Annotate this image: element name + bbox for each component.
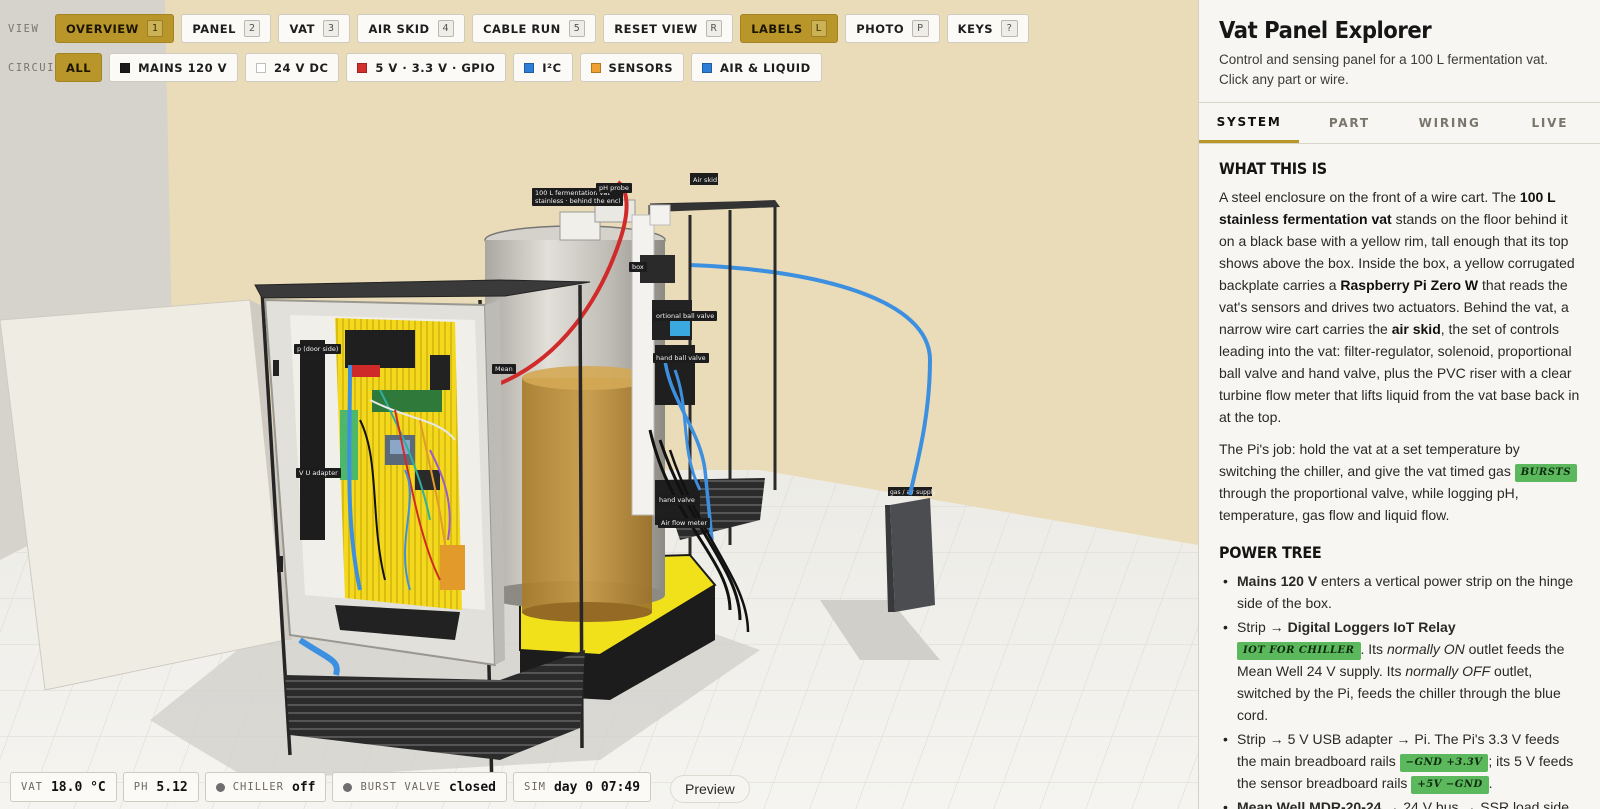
circuit-filter-mains-120-v[interactable]: MAINS 120 V — [109, 53, 239, 82]
what-paragraph-2: The Pi's job: hold the vat at a set temp… — [1219, 438, 1580, 526]
shortcut-key: ? — [1001, 20, 1018, 37]
label-air-flow-meter[interactable]: Air flow meter — [658, 518, 710, 528]
list-item: Strip → 5 V USB adapter → Pi. The Pi's 3… — [1219, 728, 1580, 794]
label-hand-valve[interactable]: hand valve — [656, 495, 698, 505]
circuit-color-swatch-icon — [357, 62, 368, 73]
label-gas: gas / air supply — [890, 489, 936, 496]
circuit-filter-5-v-3-3-v-gpio[interactable]: 5 V · 3.3 V · GPIO — [346, 53, 507, 82]
view-toolbar: VIEW OVERVIEW 1 PANEL 2 VAT 3 AIR SKID 4 CABLE R… — [8, 14, 1029, 43]
status-bar: VAT 18.0 °C PH 5.12 CHILLER off BURST VALVE… — [10, 772, 652, 802]
tab-wiring[interactable]: WIRING — [1400, 103, 1500, 143]
rail-33v-tag[interactable]: −GND +3.3V — [1399, 754, 1489, 772]
info-panel: Vat Panel Explorer Control and sensing p… — [1198, 0, 1600, 809]
circuit-filter-sensors[interactable]: SENSORS — [579, 53, 685, 82]
circuit-color-swatch-icon — [590, 62, 601, 73]
preview-chip[interactable]: Preview — [670, 775, 750, 803]
status-burst-valve: BURST VALVE closed — [332, 772, 507, 802]
bursts-tag[interactable]: BURSTS — [1514, 464, 1578, 482]
circuit-filter-all[interactable]: ALL — [55, 53, 103, 82]
view-button-reset-view[interactable]: RESET VIEW R — [603, 14, 734, 43]
shortcut-key: R — [705, 20, 723, 37]
status-ph: PH 5.12 — [122, 772, 199, 802]
list-item: Mains 120 V enters a vertical power stri… — [1219, 570, 1580, 614]
label-box[interactable]: box — [629, 262, 647, 272]
3d-viewport[interactable]: gas / air supply Air skid 100 L fermenta… — [0, 0, 1198, 809]
view-button-panel[interactable]: PANEL 2 — [181, 14, 272, 43]
shortcut-key: P — [912, 20, 929, 37]
label-proportional-valve[interactable]: ortional ball valve — [653, 311, 718, 321]
panel-subtitle: Control and sensing panel for a 100 L fe… — [1219, 52, 1548, 87]
what-paragraph-1: A steel enclosure on the front of a wire… — [1219, 189, 1580, 425]
iot-chiller-tag[interactable]: IOT FOR CHILLER — [1237, 642, 1361, 660]
circuit-toolbar: CIRCUIT ALL MAINS 120 V 24 V DC 5 V · 3.3 V… — [8, 53, 822, 82]
panel-body: WHAT THIS IS A steel enclosure on the fr… — [1199, 144, 1600, 809]
tab-live[interactable]: LIVE — [1500, 103, 1600, 143]
tab-system[interactable]: SYSTEM — [1199, 103, 1300, 143]
shortcut-key: 1 — [146, 20, 164, 37]
shortcut-key: 3 — [322, 20, 340, 37]
panel-title: Vat Panel Explorer — [1219, 18, 1432, 44]
shortcut-key: 5 — [568, 20, 586, 37]
what-heading: WHAT THIS IS — [1219, 159, 1327, 178]
view-button-air-skid[interactable]: AIR SKID 4 — [357, 14, 466, 43]
list-item: Mean Well MDR-20-24 → 24 V bus → SSR loa… — [1219, 796, 1580, 809]
status-sim-clock: SIM day 0 07:49 — [513, 772, 652, 802]
circuit-color-swatch-icon — [120, 62, 131, 73]
view-button-vat[interactable]: VAT 3 — [278, 14, 351, 43]
label-usb-adapter[interactable]: V U adapter — [296, 468, 341, 478]
label-power-strip[interactable]: p (door side) — [294, 344, 342, 354]
label-air-skid: Air skid — [693, 176, 717, 184]
list-item: Strip → Digital Loggers IoT Relay IOT FO… — [1219, 616, 1580, 726]
shortcut-key: 2 — [243, 20, 261, 37]
view-row-label: VIEW — [8, 22, 40, 35]
rail-5v-tag[interactable]: +5V −GND — [1411, 776, 1489, 794]
label-ph-probe[interactable]: pH probe — [596, 183, 632, 193]
scene-render[interactable]: gas / air supply Air skid — [0, 0, 1198, 809]
circuit-filter-i-c[interactable]: I²C — [513, 53, 573, 82]
view-button-overview[interactable]: OVERVIEW 1 — [55, 14, 175, 43]
status-chiller: CHILLER off — [204, 772, 327, 802]
shortcut-key: L — [810, 20, 828, 37]
view-button-keys[interactable]: KEYS? — [946, 14, 1029, 43]
circuit-filter-air-liquid[interactable]: AIR & LIQUID — [691, 53, 822, 82]
shortcut-key: 4 — [437, 20, 455, 37]
tab-part[interactable]: PART — [1299, 103, 1399, 143]
status-vat-temp: VAT 18.0 °C — [10, 772, 117, 802]
power-tree-list: Mains 120 V enters a vertical power stri… — [1219, 570, 1580, 809]
label-mean-well[interactable]: Mean — [492, 364, 516, 374]
circuit-color-swatch-icon — [524, 62, 535, 73]
chiller-indicator-icon — [215, 782, 225, 792]
burst-valve-indicator-icon — [343, 782, 353, 792]
power-heading: POWER TREE — [1219, 543, 1322, 562]
circuit-color-swatch-icon — [256, 62, 267, 73]
circuit-color-swatch-icon — [702, 62, 713, 73]
label-hand-ball-valve[interactable]: hand ball valve — [653, 353, 709, 363]
panel-tabs: SYSTEM PART WIRING LIVE — [1199, 102, 1600, 144]
view-button-labels[interactable]: LABELS L — [740, 14, 839, 43]
view-button-photo[interactable]: PHOTO P — [845, 14, 940, 43]
circuit-filter-24-v-dc[interactable]: 24 V DC — [245, 53, 340, 82]
view-button-cable-run[interactable]: CABLE RUN 5 — [472, 14, 597, 43]
circuit-row-label: CIRCUIT — [8, 61, 63, 74]
